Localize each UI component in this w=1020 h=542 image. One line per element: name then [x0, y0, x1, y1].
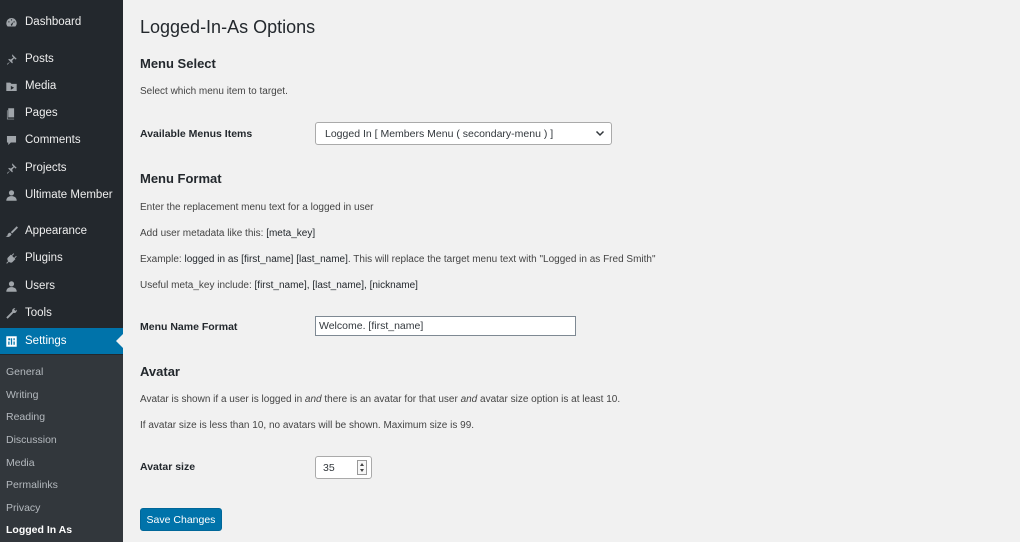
submenu-item-media[interactable]: Media: [6, 457, 35, 469]
admin-sidebar: Dashboard Posts Media Pages Comments Pro…: [0, 0, 123, 542]
sidebar-item-label: Comments: [25, 134, 81, 146]
section-heading-menu-select: Menu Select: [140, 56, 216, 71]
submenu-item-permalinks[interactable]: Permalinks: [6, 479, 58, 491]
sidebar-item-ultimate-member[interactable]: Ultimate Member: [0, 182, 123, 208]
number-spinner[interactable]: [357, 460, 367, 475]
menu-format-line-1: Enter the replacement menu text for a lo…: [140, 202, 374, 213]
meta-key-code: [meta_key]: [266, 228, 316, 239]
submenu-item-logged-in-as[interactable]: Logged In As: [6, 524, 72, 536]
avatar-size-input[interactable]: 35: [315, 456, 372, 479]
chevron-down-icon: [595, 130, 605, 137]
sidebar-item-label: Pages: [25, 107, 58, 119]
avatar-line-1: Avatar is shown if a user is logged in a…: [140, 394, 621, 405]
users-icon: [4, 279, 18, 293]
menu-format-line-4: Useful meta_key include: [first_name], […: [140, 280, 418, 291]
settings-icon: [4, 334, 18, 348]
available-menus-label: Available Menus Items: [140, 128, 253, 140]
pin-icon: [4, 52, 18, 66]
available-menus-select[interactable]: Logged In [ Members Menu ( secondary-men…: [315, 122, 612, 145]
avatar-size-value: 35: [323, 461, 335, 474]
sidebar-item-label: Media: [25, 80, 57, 92]
media-icon: [4, 79, 18, 93]
sidebar-item-pages[interactable]: Pages: [0, 100, 123, 126]
sidebar-item-label: Posts: [25, 53, 54, 65]
pin-icon: [4, 161, 18, 175]
sidebar-item-dashboard[interactable]: Dashboard: [0, 9, 123, 35]
sidebar-item-label: Plugins: [25, 252, 63, 264]
section-heading-avatar: Avatar: [140, 364, 180, 379]
plugin-icon: [4, 251, 18, 265]
brush-icon: [4, 224, 18, 238]
sidebar-item-plugins[interactable]: Plugins: [0, 245, 123, 271]
avatar-line-2: If avatar size is less than 10, no avata…: [140, 420, 475, 431]
avatar-size-label: Avatar size: [140, 461, 196, 473]
pages-icon: [4, 106, 18, 120]
comment-icon: [4, 133, 18, 147]
submenu-item-general[interactable]: General: [6, 366, 43, 378]
sidebar-item-comments[interactable]: Comments: [0, 127, 123, 153]
section-heading-menu-format: Menu Format: [140, 171, 222, 186]
submenu-item-discussion[interactable]: Discussion: [6, 434, 57, 446]
submenu-item-writing[interactable]: Writing: [6, 389, 38, 401]
user-icon: [4, 188, 18, 202]
spinner-down-icon: [360, 469, 364, 473]
meta-keys-code: [first_name], [last_name], [nickname]: [254, 280, 418, 291]
spinner-up-icon: [360, 462, 364, 466]
sidebar-item-settings[interactable]: Settings: [0, 328, 123, 354]
sidebar-item-label: Users: [25, 280, 56, 292]
menu-format-line-2: Add user metadata like this: [meta_key]: [140, 228, 316, 239]
example-code: logged in as [first_name] [last_name]: [184, 254, 348, 265]
submenu-item-privacy[interactable]: Privacy: [6, 502, 40, 514]
wrench-icon: [4, 306, 18, 320]
page-title: Logged-In-As Options: [140, 17, 316, 37]
dashboard-icon: [4, 15, 18, 29]
sidebar-item-appearance[interactable]: Appearance: [0, 218, 123, 244]
settings-submenu: General Writing Reading Discussion Media…: [0, 355, 123, 542]
sidebar-item-label: Dashboard: [25, 16, 82, 28]
save-changes-button[interactable]: Save Changes: [140, 508, 222, 531]
menu-format-line-3: Example: logged in as [first_name] [last…: [140, 254, 656, 265]
menu-name-format-label: Menu Name Format: [140, 321, 238, 333]
submenu-item-reading[interactable]: Reading: [6, 411, 45, 423]
sidebar-item-label: Settings: [25, 335, 67, 347]
menu-select-description: Select which menu item to target.: [140, 86, 288, 97]
sidebar-item-label: Projects: [25, 162, 67, 174]
sidebar-item-label: Tools: [25, 307, 52, 319]
menu-name-format-input[interactable]: Welcome. [first_name]: [315, 316, 576, 336]
sidebar-item-media[interactable]: Media: [0, 73, 123, 99]
sidebar-item-label: Appearance: [25, 225, 88, 237]
select-value: Logged In [ Members Menu ( secondary-men…: [325, 127, 554, 140]
sidebar-item-users[interactable]: Users: [0, 273, 123, 299]
sidebar-item-tools[interactable]: Tools: [0, 300, 123, 326]
sidebar-item-label: Ultimate Member: [25, 189, 113, 201]
sidebar-item-posts[interactable]: Posts: [0, 46, 123, 72]
sidebar-item-projects[interactable]: Projects: [0, 155, 123, 181]
